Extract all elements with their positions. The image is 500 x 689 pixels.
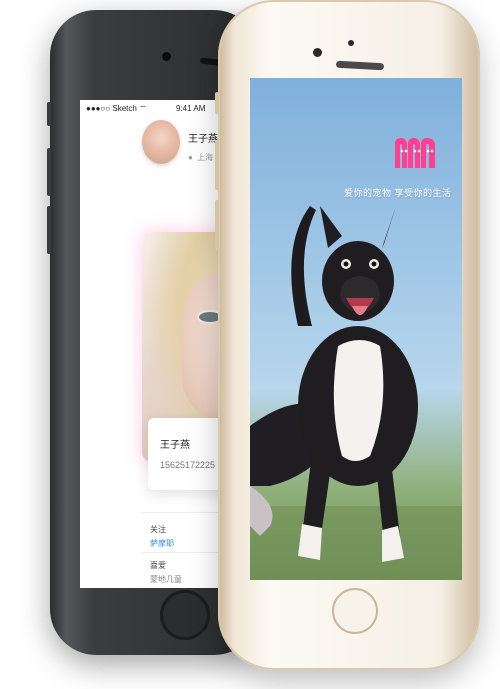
home-button-icon[interactable]	[332, 588, 378, 634]
detail-value-like: 蒙地几童	[150, 575, 182, 584]
mute-switch	[47, 102, 51, 126]
volume-up-button	[47, 148, 51, 196]
front-phone-screen: 爱你的宠物 享受你的生活	[250, 78, 462, 580]
mute-switch	[215, 92, 219, 114]
location-pin-icon: ●	[188, 153, 193, 162]
brand-logo-icon	[395, 138, 435, 168]
detail-value-follow[interactable]: 萨摩耶	[150, 538, 174, 549]
status-time: 9:41 AM	[176, 104, 206, 113]
detail-label-follow: 关注	[150, 525, 166, 534]
volume-up-button	[215, 140, 219, 190]
home-button-icon[interactable]	[160, 590, 210, 640]
sensor-icon	[348, 40, 354, 46]
volume-down-button	[215, 200, 219, 250]
camera-icon	[162, 52, 171, 61]
profile-location: ● 上海	[188, 152, 213, 163]
front-phone: 爱你的宠物 享受你的生活	[215, 0, 480, 670]
camera-icon	[313, 48, 322, 57]
contact-name: 王子燕	[160, 440, 190, 451]
dog-photo	[250, 206, 462, 580]
carrier-label: ●●●○○ Sketch ⌔	[86, 104, 147, 113]
app-slogan: 爱你的宠物 享受你的生活	[344, 188, 452, 198]
profile-name: 王子燕	[188, 134, 218, 145]
volume-down-button	[47, 206, 51, 254]
contact-phone: 15625172225	[160, 460, 216, 470]
profile-location-text: 上海	[197, 153, 214, 162]
avatar[interactable]	[142, 120, 180, 164]
detail-label-like: 喜爱	[150, 561, 166, 570]
